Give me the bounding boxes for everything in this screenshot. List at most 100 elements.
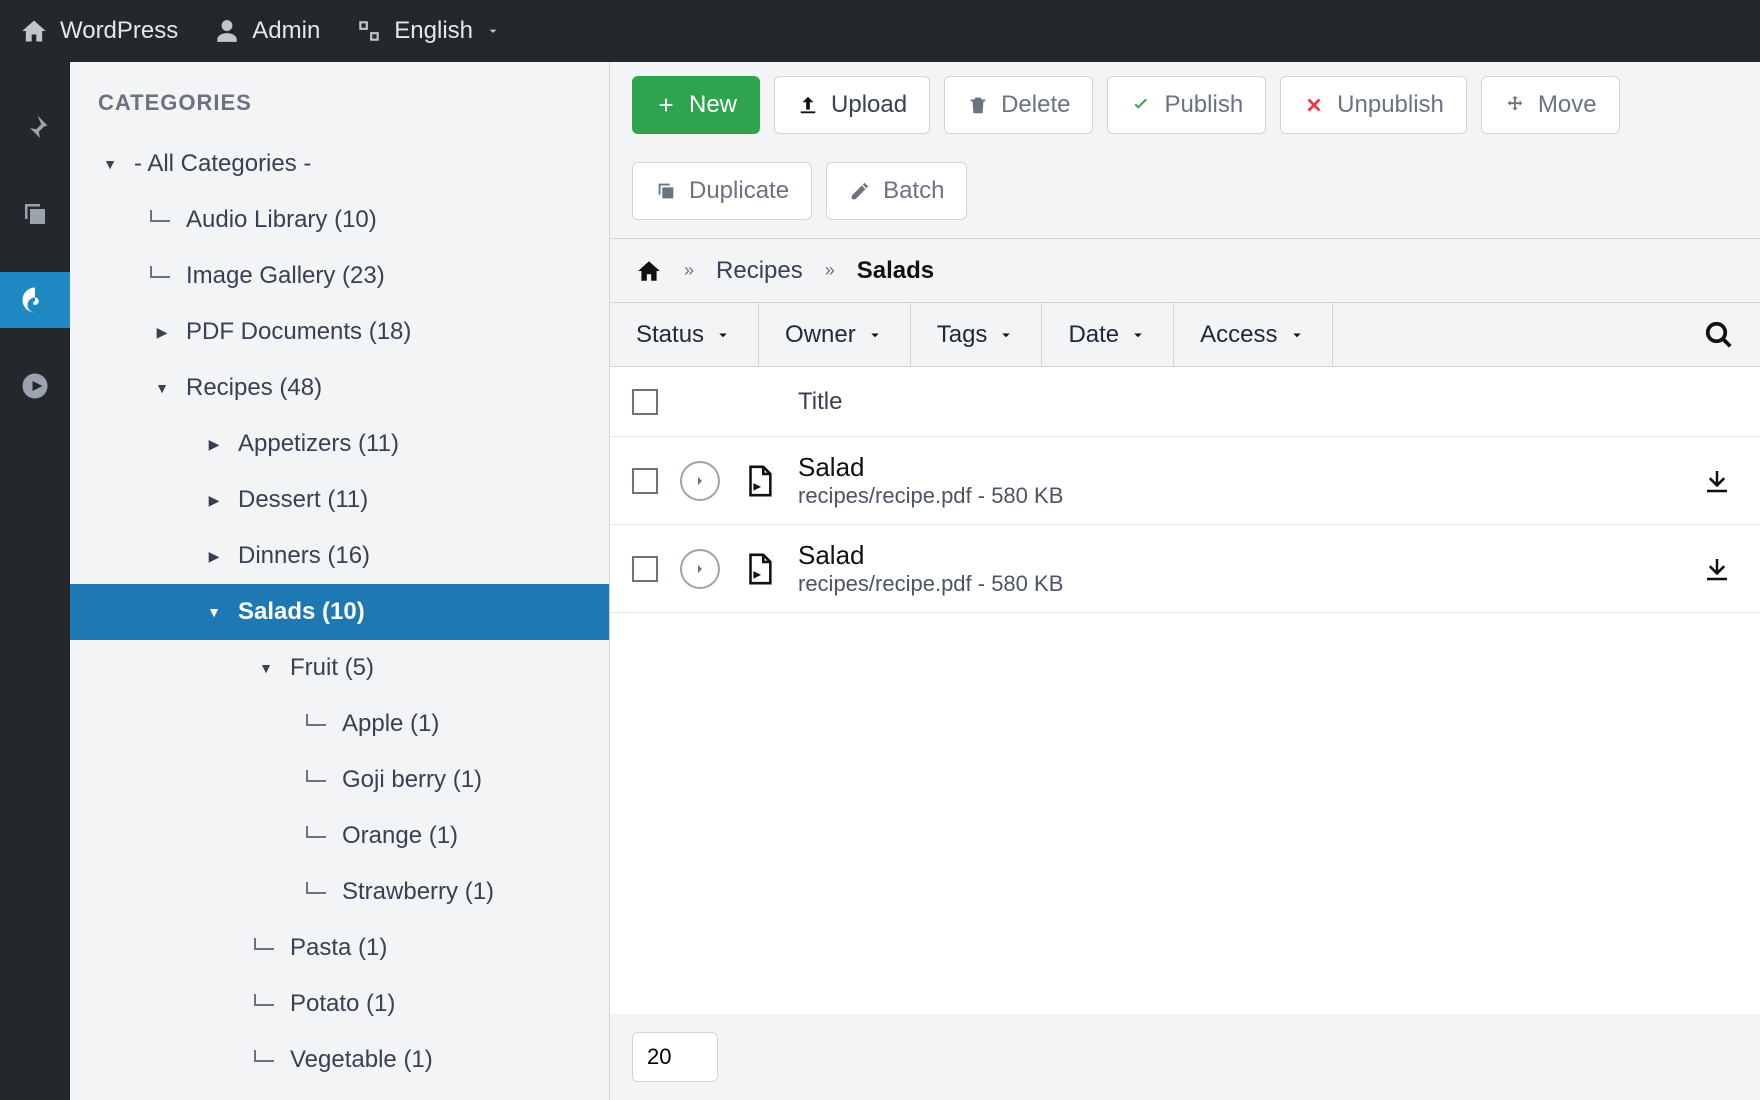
batch-button[interactable]: Batch — [826, 162, 967, 220]
rail-active[interactable] — [0, 272, 70, 328]
toggle-icon[interactable]: ▼ — [202, 604, 226, 620]
search-toggle[interactable] — [1678, 320, 1760, 350]
pdf-icon: ▶ — [742, 464, 776, 498]
chevron-right-icon — [692, 473, 708, 489]
toggle-icon[interactable]: ▶ — [202, 548, 226, 565]
language-switcher[interactable]: English — [356, 17, 501, 45]
check-icon — [1130, 94, 1152, 116]
trash-icon — [967, 94, 989, 116]
leaf-icon — [150, 210, 170, 222]
tree-label: Goji berry (1) — [342, 766, 482, 794]
play-circle-icon — [20, 371, 50, 401]
tree-label: Dinners (16) — [238, 542, 370, 570]
row-checkbox[interactable] — [632, 468, 658, 494]
delete-button[interactable]: Delete — [944, 76, 1093, 134]
tree-node[interactable]: ▶Dessert (11) — [98, 472, 609, 528]
caret-down-icon — [1129, 326, 1147, 344]
page-size-input[interactable] — [632, 1032, 718, 1082]
rail-play[interactable] — [0, 358, 70, 414]
pdf-icon: ▶ — [742, 552, 776, 586]
sidebar-title: CATEGORIES — [98, 90, 609, 116]
caret-down-icon — [1288, 326, 1306, 344]
tree-node[interactable]: Goji berry (1) — [98, 752, 609, 808]
leaf-icon — [306, 826, 326, 838]
download-icon — [1702, 466, 1732, 496]
download-button[interactable] — [1696, 548, 1738, 590]
unpublish-button[interactable]: Unpublish — [1280, 76, 1467, 134]
toggle-icon[interactable]: ▼ — [98, 156, 122, 172]
row-expander[interactable] — [680, 549, 720, 589]
tree-node[interactable]: Audio Library (10) — [98, 192, 609, 248]
delete-label: Delete — [1001, 91, 1070, 119]
filter-owner[interactable]: Owner — [759, 303, 911, 366]
category-sidebar: CATEGORIES ▼ - All Categories - Audio Libr… — [70, 62, 610, 1100]
tree-node[interactable]: ▼Salads (10) — [70, 584, 609, 640]
leaf-icon — [150, 266, 170, 278]
filter-tags[interactable]: Tags — [911, 303, 1043, 366]
filter-bar: Status Owner Tags Date Access — [610, 303, 1760, 367]
filter-date[interactable]: Date — [1042, 303, 1174, 366]
tree-node[interactable]: ▼ - All Categories - — [98, 136, 609, 192]
leaf-icon — [254, 1050, 274, 1062]
move-button[interactable]: Move — [1481, 76, 1620, 134]
duplicate-button[interactable]: Duplicate — [632, 162, 812, 220]
select-all-checkbox[interactable] — [632, 389, 658, 415]
rail-pin[interactable] — [0, 100, 70, 156]
publish-button[interactable]: Publish — [1107, 76, 1266, 134]
toggle-icon[interactable]: ▶ — [202, 492, 226, 509]
copy-icon — [20, 199, 50, 229]
tree-node[interactable]: Vegetable (1) — [98, 1032, 609, 1088]
toggle-icon[interactable]: ▶ — [202, 436, 226, 453]
file-title[interactable]: Salad — [798, 452, 1674, 483]
tree-node[interactable]: Orange (1) — [98, 808, 609, 864]
tree-node[interactable]: ▶ Dinners (16) — [98, 528, 609, 584]
toggle-icon[interactable]: ▶ — [150, 324, 174, 341]
category-tree: ▼ - All Categories - Audio Library (10)Ima… — [98, 136, 609, 1088]
unpublish-label: Unpublish — [1337, 91, 1444, 119]
site-link[interactable]: WordPress — [20, 17, 178, 45]
tree-node[interactable]: Image Gallery (23) — [98, 248, 609, 304]
tree-node[interactable]: Potato (1) — [98, 976, 609, 1032]
upload-label: Upload — [831, 91, 907, 119]
tree-label: Appetizers (11) — [238, 430, 399, 458]
tree-node[interactable]: Apple (1) — [98, 696, 609, 752]
file-meta: recipes/recipe.pdf - 580 KB — [798, 571, 1674, 597]
new-button[interactable]: New — [632, 76, 760, 134]
home-icon — [20, 17, 48, 45]
user-link[interactable]: Admin — [214, 17, 320, 45]
download-button[interactable] — [1696, 460, 1738, 502]
filter-status[interactable]: Status — [610, 303, 759, 366]
tree-node[interactable]: ▶ Appetizers (11) — [98, 416, 609, 472]
breadcrumb-current: Salads — [857, 257, 934, 285]
breadcrumb-separator: » — [825, 260, 835, 281]
table-row: ▶ Salad recipes/recipe.pdf - 580 KB — [610, 437, 1760, 525]
tree-node[interactable]: Pasta (1) — [98, 920, 609, 976]
table-row: ▶ Salad recipes/recipe.pdf - 580 KB — [610, 525, 1760, 613]
filter-access[interactable]: Access — [1174, 303, 1332, 366]
toggle-icon[interactable]: ▼ — [150, 380, 174, 396]
toggle-icon[interactable]: ▼ — [254, 660, 278, 676]
tree-node[interactable]: ▼Fruit (5) — [98, 640, 609, 696]
title-header[interactable]: Title — [798, 388, 1738, 416]
row-checkbox[interactable] — [632, 556, 658, 582]
user-name: Admin — [252, 17, 320, 45]
caret-down-icon — [866, 326, 884, 344]
pencil-icon — [849, 180, 871, 202]
row-expander[interactable] — [680, 461, 720, 501]
upload-button[interactable]: Upload — [774, 76, 930, 134]
rail-copy[interactable] — [0, 186, 70, 242]
tree-label: Strawberry (1) — [342, 878, 494, 906]
caret-down-icon — [714, 326, 732, 344]
home-icon[interactable] — [636, 258, 662, 284]
leaf-icon — [254, 994, 274, 1006]
publish-label: Publish — [1164, 91, 1243, 119]
breadcrumb: » Recipes » Salads — [610, 239, 1760, 303]
breadcrumb-item[interactable]: Recipes — [716, 257, 803, 285]
tree-node[interactable]: ▼Recipes (48) — [98, 360, 609, 416]
file-title[interactable]: Salad — [798, 540, 1674, 571]
leaf-icon — [254, 938, 274, 950]
batch-label: Batch — [883, 177, 944, 205]
tree-node[interactable]: Strawberry (1) — [98, 864, 609, 920]
tree-label: - All Categories - — [134, 150, 311, 178]
tree-node[interactable]: ▶PDF Documents (18) — [98, 304, 609, 360]
